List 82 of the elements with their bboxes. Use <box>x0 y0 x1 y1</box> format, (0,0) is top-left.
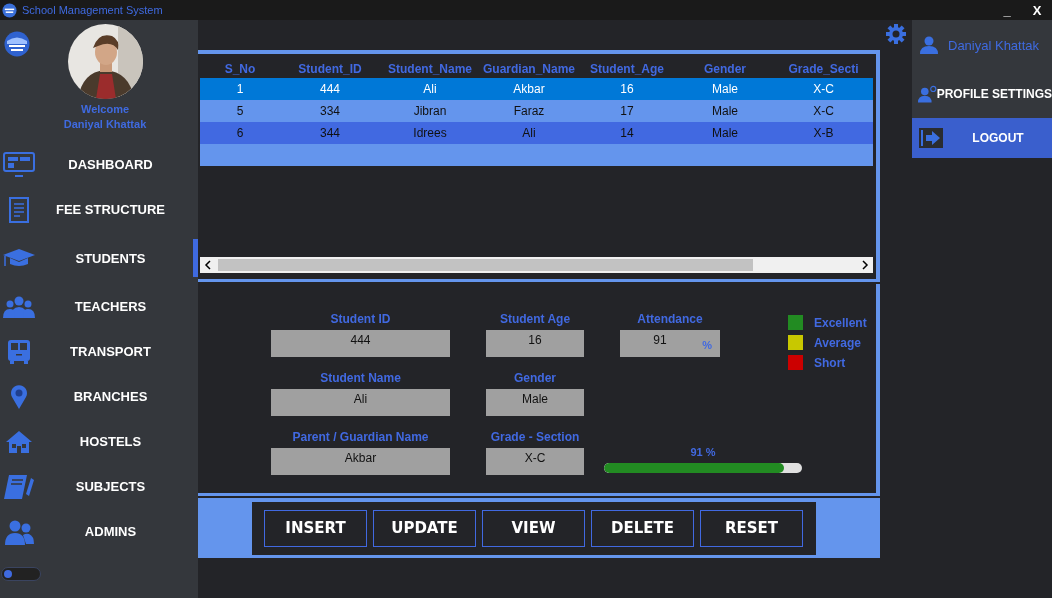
table-cell-text: Ali <box>521 126 537 140</box>
action-button[interactable]: RESET <box>700 509 803 547</box>
chevron-right-icon[interactable] <box>861 260 869 270</box>
logo-icon <box>2 2 17 18</box>
user-name: Daniyal Khattak <box>948 37 1040 53</box>
book-icon <box>3 473 35 500</box>
input-field[interactable]: Male <box>486 389 584 416</box>
table-cell-text: X-B <box>812 126 835 140</box>
table-cell-text: Male <box>711 126 739 140</box>
table-cell-text: 6 <box>235 126 245 140</box>
table-cell-text: Akbar <box>512 82 546 96</box>
table-cell-text: Male <box>711 104 739 118</box>
legend-label: Excellent <box>814 315 867 330</box>
users-icon <box>4 518 34 545</box>
progress-reading: 91 % <box>690 446 716 458</box>
bus-icon <box>7 338 31 365</box>
location-pin-icon <box>10 383 28 410</box>
window-title: School Management System <box>22 4 163 16</box>
input-field[interactable]: X-C <box>486 448 584 475</box>
group-icon <box>3 295 35 318</box>
scroll-thumb[interactable] <box>218 259 753 271</box>
minimize-button[interactable]: _ <box>992 2 1022 18</box>
field-label: Parent / Guardian Name <box>292 430 429 444</box>
document-icon <box>9 196 29 223</box>
toggle-switch[interactable] <box>1 567 41 581</box>
field-label: Student ID <box>330 312 391 326</box>
table-cell-text: 344 <box>319 126 341 140</box>
sidebar-item[interactable]: FEE STRUCTURE <box>38 190 198 229</box>
table-cell-text: 334 <box>319 104 341 118</box>
user-settings-icon <box>918 84 937 104</box>
field-label: Attendance <box>637 312 703 326</box>
table-cell-text: Jibran <box>412 104 448 118</box>
input-field[interactable]: 16 <box>486 330 584 357</box>
sidebar-item[interactable]: BRANCHES <box>38 377 198 416</box>
table-cell-text: 5 <box>235 104 245 118</box>
user-name: Daniyal Khattak <box>63 117 147 132</box>
table-cell-text: X-C <box>812 82 835 96</box>
house-icon <box>5 429 33 454</box>
action-button[interactable]: VIEW <box>482 509 585 547</box>
sidebar-item[interactable]: ADMINS <box>38 512 198 551</box>
close-button[interactable]: X <box>1022 2 1052 18</box>
table-row[interactable]: 5 334 Jibran Faraz 17 Male X-C <box>200 100 873 122</box>
graduation-cap-icon <box>2 248 36 268</box>
table-cell-text: 444 <box>319 82 341 96</box>
input-field[interactable]: Ali <box>271 389 450 416</box>
sidebar-item[interactable]: DASHBOARD <box>38 145 198 184</box>
menu-item[interactable]: PROFILE SETTINGS <box>936 87 1052 101</box>
user-icon <box>920 36 938 54</box>
table-cell-text: Male <box>711 82 739 96</box>
action-button[interactable]: UPDATE <box>373 509 476 547</box>
table-cell-text: Faraz <box>512 104 546 118</box>
logout-icon <box>918 127 944 149</box>
logo-icon <box>4 31 30 57</box>
unit-label: % <box>702 339 712 351</box>
table-cell-text: X-C <box>812 104 835 118</box>
field-label: Gender <box>514 371 556 385</box>
table-cell-text: 17 <box>619 104 635 118</box>
settings-icon[interactable] <box>886 24 906 44</box>
legend-label: Average <box>814 335 861 350</box>
table-row[interactable]: 1 444 Ali Akbar 16 Male X-C <box>200 78 873 100</box>
action-button[interactable]: INSERT <box>264 509 367 547</box>
table-cell-text: 14 <box>619 126 635 140</box>
input-field[interactable]: Akbar <box>271 448 450 475</box>
sidebar-item[interactable]: HOSTELS <box>38 422 198 461</box>
legend-label: Short <box>814 355 846 370</box>
table-row[interactable]: 6 344 Idrees Ali 14 Male X-B <box>200 122 873 144</box>
monitor-icon <box>3 151 35 178</box>
sidebar-item[interactable]: TRANSPORT <box>38 332 198 371</box>
horizontal-scrollbar[interactable] <box>200 257 873 273</box>
field-label: Student Name <box>320 371 401 385</box>
sidebar-item[interactable]: TEACHERS <box>38 287 198 326</box>
table-cell-text: Idrees <box>412 126 448 140</box>
sidebar-item[interactable]: SUBJECTS <box>38 467 198 506</box>
chevron-left-icon[interactable] <box>204 260 212 270</box>
input-field[interactable]: 444 <box>271 330 450 357</box>
table-cell-text: 1 <box>235 82 245 96</box>
action-button[interactable]: DELETE <box>591 509 694 547</box>
table-cell-text: Ali <box>422 82 438 96</box>
table-cell-text: 16 <box>619 82 635 96</box>
field-label: Grade - Section <box>490 430 580 444</box>
welcome-label: Welcome <box>80 102 130 117</box>
field-label: Student Age <box>499 312 571 326</box>
